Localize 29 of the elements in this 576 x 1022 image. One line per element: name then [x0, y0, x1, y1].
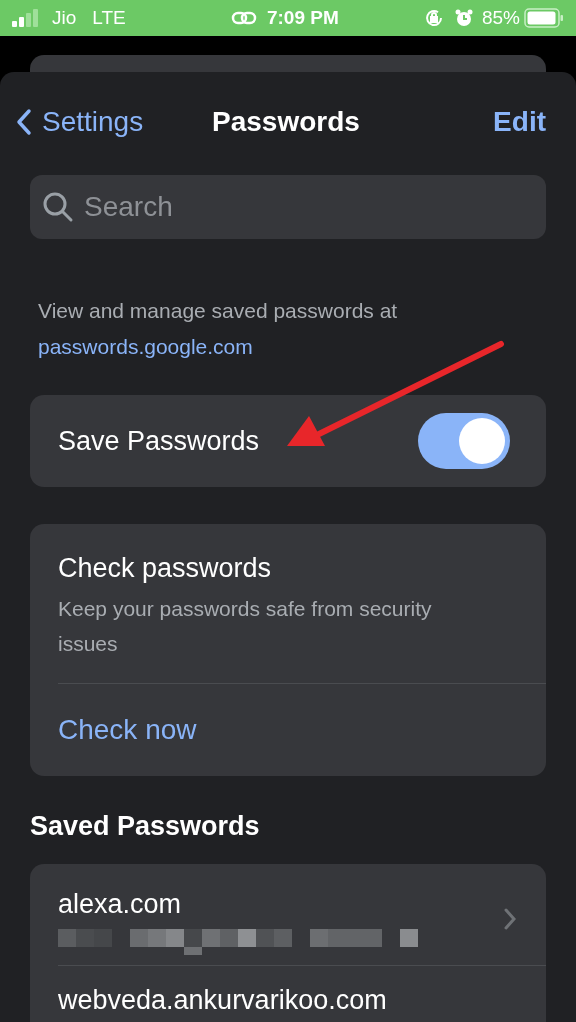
back-button[interactable]: Settings — [16, 101, 144, 143]
clock-time: 7:09 PM — [266, 5, 339, 30]
check-now-link[interactable]: Check now — [58, 708, 197, 751]
saved-password-row[interactable]: alexa.com — [58, 864, 546, 965]
alarm-icon — [453, 8, 474, 28]
link-icon — [230, 10, 257, 26]
saved-password-row[interactable]: webveda.ankurvarikoo.com — [58, 964, 546, 1020]
edit-button[interactable]: Edit — [493, 101, 546, 143]
check-passwords-title: Check passwords — [58, 552, 273, 585]
carrier-name: Jio — [52, 5, 77, 30]
rotation-lock-icon — [423, 8, 444, 28]
back-chevron-icon — [16, 108, 32, 136]
battery-percent: 85% — [481, 5, 520, 30]
check-passwords-description: Keep your passwords safe from security issues — [58, 595, 433, 657]
search-input[interactable]: Search — [84, 186, 534, 228]
search-field[interactable]: Search — [30, 175, 546, 239]
site-name: webveda.ankurvarikoo.com — [58, 983, 388, 1017]
saved-passwords-heading: Saved Passwords — [30, 809, 261, 843]
battery-icon — [524, 8, 564, 28]
chevron-right-icon — [504, 908, 516, 931]
passwords-link[interactable]: passwords.google.com — [38, 335, 253, 358]
save-passwords-label: Save Passwords — [58, 424, 261, 458]
toggle-thumb — [459, 418, 505, 464]
save-passwords-toggle[interactable] — [418, 413, 510, 469]
page-title: Passwords — [212, 105, 360, 139]
site-name: alexa.com — [58, 888, 183, 921]
search-icon — [42, 191, 74, 223]
network-type: LTE — [92, 5, 126, 30]
info-text: View and manage saved passwords at — [38, 298, 399, 324]
